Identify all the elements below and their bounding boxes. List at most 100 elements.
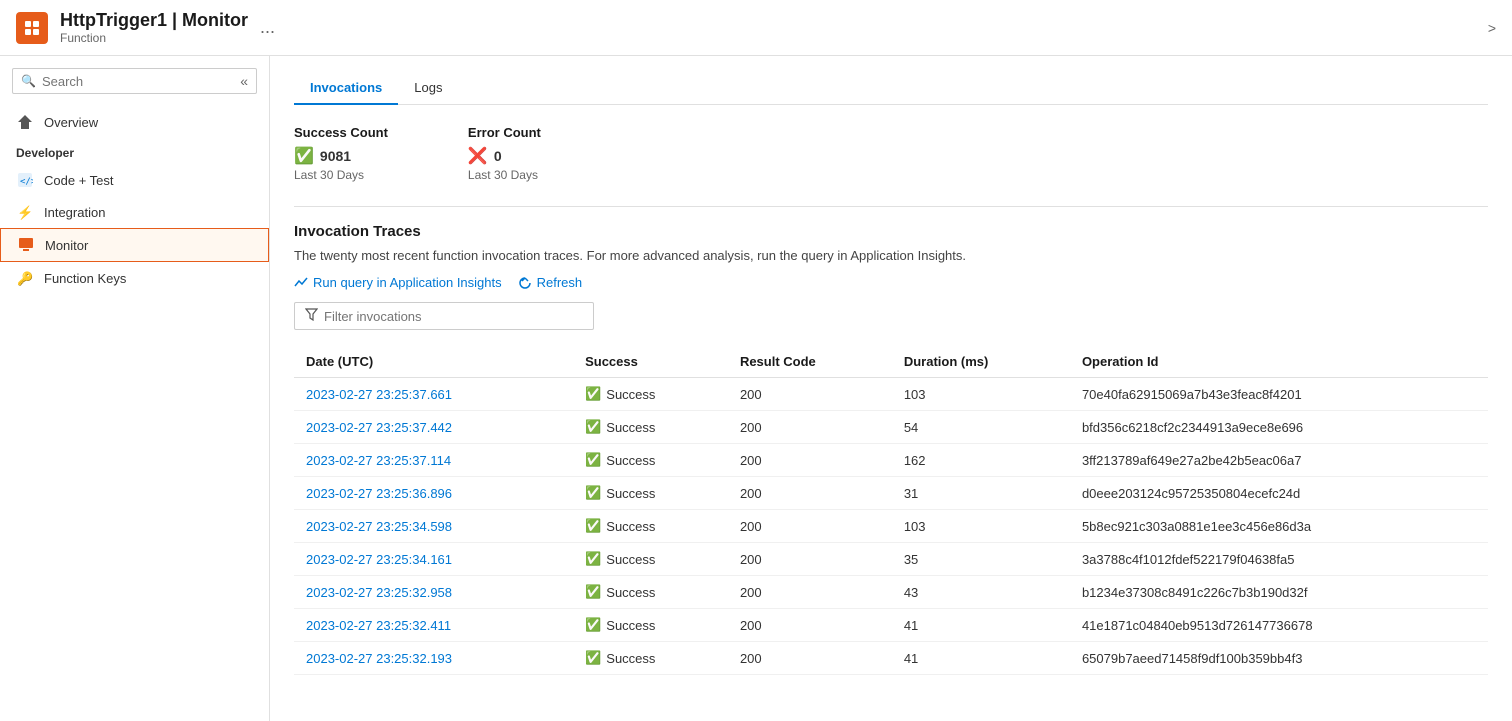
result-code-3: 200: [728, 477, 892, 510]
sidebar-item-monitor-label: Monitor: [45, 238, 88, 253]
duration-0: 103: [892, 378, 1070, 411]
sidebar-item-overview-label: Overview: [44, 115, 98, 130]
top-bar: HttpTrigger1 | Monitor Function ... >: [0, 0, 1512, 56]
success-cell-6: ✅Success: [585, 584, 716, 600]
result-code-6: 200: [728, 576, 892, 609]
success-check-2: ✅: [585, 452, 601, 468]
svg-text:</>: </>: [20, 177, 33, 187]
date-link-6[interactable]: 2023-02-27 23:25:32.958: [306, 585, 452, 600]
success-cell-0: ✅Success: [585, 386, 716, 402]
collapse-button[interactable]: «: [240, 73, 248, 89]
date-link-7[interactable]: 2023-02-27 23:25:32.411: [306, 618, 451, 633]
sidebar-item-function-keys[interactable]: 🔑 Function Keys: [0, 262, 269, 294]
run-query-link[interactable]: Run query in Application Insights: [294, 275, 502, 290]
table-row: 2023-02-27 23:25:32.958 ✅Success 20043b123…: [294, 576, 1488, 609]
result-code-5: 200: [728, 543, 892, 576]
operation-id-3: d0eee203124c95725350804ecefc24d: [1070, 477, 1488, 510]
search-box[interactable]: 🔍 «: [12, 68, 257, 94]
expand-button[interactable]: >: [1488, 20, 1496, 36]
tab-bar: Invocations Logs: [294, 72, 1488, 105]
overview-icon: [16, 113, 34, 131]
date-link-2[interactable]: 2023-02-27 23:25:37.114: [306, 453, 451, 468]
table-row: 2023-02-27 23:25:32.411✅Success2004141e1…: [294, 609, 1488, 642]
duration-7: 41: [892, 609, 1070, 642]
success-cell-1: ✅Success: [585, 419, 716, 435]
error-count-label: Error Count: [468, 125, 541, 140]
developer-section-label: Developer: [0, 142, 269, 164]
success-cell-5: ✅Success: [585, 551, 716, 567]
duration-6: 43: [892, 576, 1070, 609]
success-cell-7: ✅Success: [585, 617, 716, 633]
success-cell-3: ✅Success: [585, 485, 716, 501]
date-link-5[interactable]: 2023-02-27 23:25:34.161: [306, 552, 452, 567]
table-row: 2023-02-27 23:25:36.896 ✅Success 20031d0ee…: [294, 477, 1488, 510]
success-check-1: ✅: [585, 419, 601, 435]
date-link-1[interactable]: 2023-02-27 23:25:37.442: [306, 420, 452, 435]
sidebar-item-monitor[interactable]: Monitor: [0, 228, 269, 262]
date-link-4[interactable]: 2023-02-27 23:25:34.598: [306, 519, 452, 534]
sidebar-item-integration-label: Integration: [44, 205, 105, 220]
svg-text:🔑: 🔑: [17, 270, 33, 286]
operation-id-1: bfd356c6218cf2c2344913a9ece8e696: [1070, 411, 1488, 444]
refresh-icon: [518, 276, 532, 290]
duration-5: 35: [892, 543, 1070, 576]
page-title: HttpTrigger1 | Monitor: [60, 10, 248, 31]
tab-logs[interactable]: Logs: [398, 72, 458, 105]
sidebar-item-integration[interactable]: ⚡ Integration: [0, 196, 269, 228]
code-icon: </>: [16, 171, 34, 189]
more-options-button[interactable]: ...: [260, 17, 275, 38]
table-header-row: Date (UTC) Success Result Code Duration …: [294, 346, 1488, 378]
error-count-value-row: ❌ 0: [468, 146, 541, 166]
success-cell-2: ✅Success: [585, 452, 716, 468]
date-link-3[interactable]: 2023-02-27 23:25:36.896: [306, 486, 452, 501]
run-query-icon: [294, 276, 308, 290]
sidebar: 🔍 « Overview Developer </> Code + Test ⚡…: [0, 56, 270, 721]
divider: [294, 206, 1488, 207]
error-count-block: Error Count ❌ 0 Last 30 Days: [468, 125, 541, 182]
success-cell-8: ✅Success: [585, 650, 716, 666]
filter-input[interactable]: [324, 309, 583, 324]
search-input[interactable]: [42, 74, 240, 89]
date-link-8[interactable]: 2023-02-27 23:25:32.193: [306, 651, 452, 666]
table-row: 2023-02-27 23:25:37.114✅Success2001623ff…: [294, 444, 1488, 477]
metrics-row: Success Count ✅ 9081 Last 30 Days Error …: [294, 125, 1488, 182]
section-desc: The twenty most recent function invocati…: [294, 248, 1488, 263]
success-check-icon: ✅: [294, 146, 314, 166]
tab-invocations[interactable]: Invocations: [294, 72, 398, 105]
duration-8: 41: [892, 642, 1070, 675]
operation-id-5: 3a3788c4f1012fdef522179f04638fa5: [1070, 543, 1488, 576]
col-date: Date (UTC): [294, 346, 573, 378]
integration-icon: ⚡: [16, 203, 34, 221]
result-code-7: 200: [728, 609, 892, 642]
success-check-0: ✅: [585, 386, 601, 402]
page-subtitle: Function: [60, 31, 248, 45]
refresh-link[interactable]: Refresh: [518, 275, 583, 290]
success-check-7: ✅: [585, 617, 601, 633]
success-check-8: ✅: [585, 650, 601, 666]
table-row: 2023-02-27 23:25:34.161 ✅Success 200353a37…: [294, 543, 1488, 576]
operation-id-6: b1234e37308c8491c226c7b3b190d32f: [1070, 576, 1488, 609]
success-check-6: ✅: [585, 584, 601, 600]
success-count-block: Success Count ✅ 9081 Last 30 Days: [294, 125, 388, 182]
app-icon: [16, 12, 48, 44]
result-code-0: 200: [728, 378, 892, 411]
svg-text:⚡: ⚡: [17, 205, 33, 220]
main-content: Invocations Logs Success Count ✅ 9081 La…: [270, 56, 1512, 721]
filter-box[interactable]: [294, 302, 594, 330]
sidebar-item-code-test[interactable]: </> Code + Test: [0, 164, 269, 196]
col-result-code: Result Code: [728, 346, 892, 378]
sidebar-item-code-test-label: Code + Test: [44, 173, 114, 188]
col-operation-id: Operation Id: [1070, 346, 1488, 378]
search-icon: 🔍: [21, 74, 36, 88]
success-check-3: ✅: [585, 485, 601, 501]
monitor-icon: [17, 236, 35, 254]
operation-id-2: 3ff213789af649e27a2be42b5eac06a7: [1070, 444, 1488, 477]
success-count-value: 9081: [320, 148, 351, 164]
date-link-0[interactable]: 2023-02-27 23:25:37.661: [306, 387, 452, 402]
operation-id-4: 5b8ec921c303a0881e1ee3c456e86d3a: [1070, 510, 1488, 543]
success-cell-4: ✅Success: [585, 518, 716, 534]
sidebar-item-overview[interactable]: Overview: [0, 106, 269, 138]
error-count-value: 0: [494, 148, 502, 164]
success-check-4: ✅: [585, 518, 601, 534]
duration-3: 31: [892, 477, 1070, 510]
